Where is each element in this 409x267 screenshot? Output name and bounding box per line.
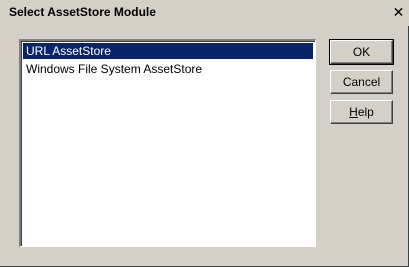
help-button-label: Help — [349, 105, 374, 119]
help-button[interactable]: Help — [330, 100, 393, 124]
module-listbox[interactable]: URL AssetStore Windows File System Asset… — [19, 39, 316, 247]
dialog-title: Select AssetStore Module — [9, 5, 156, 19]
ok-button-label: OK — [352, 45, 371, 59]
ok-button[interactable]: OK — [329, 39, 394, 65]
dialog-window: Select AssetStore Module ✕ URL AssetStor… — [0, 0, 409, 267]
close-icon[interactable]: ✕ — [388, 3, 409, 21]
help-rest: elp — [357, 105, 374, 119]
cancel-button-label: Cancel — [342, 75, 381, 89]
help-mnemonic: H — [349, 105, 358, 119]
cancel-button[interactable]: Cancel — [330, 70, 393, 94]
title-bar[interactable]: Select AssetStore Module ✕ — [0, 0, 409, 26]
list-item-windows-file-system-assetstore[interactable]: Windows File System AssetStore — [23, 61, 313, 77]
list-item-url-assetstore[interactable]: URL AssetStore — [23, 43, 313, 59]
